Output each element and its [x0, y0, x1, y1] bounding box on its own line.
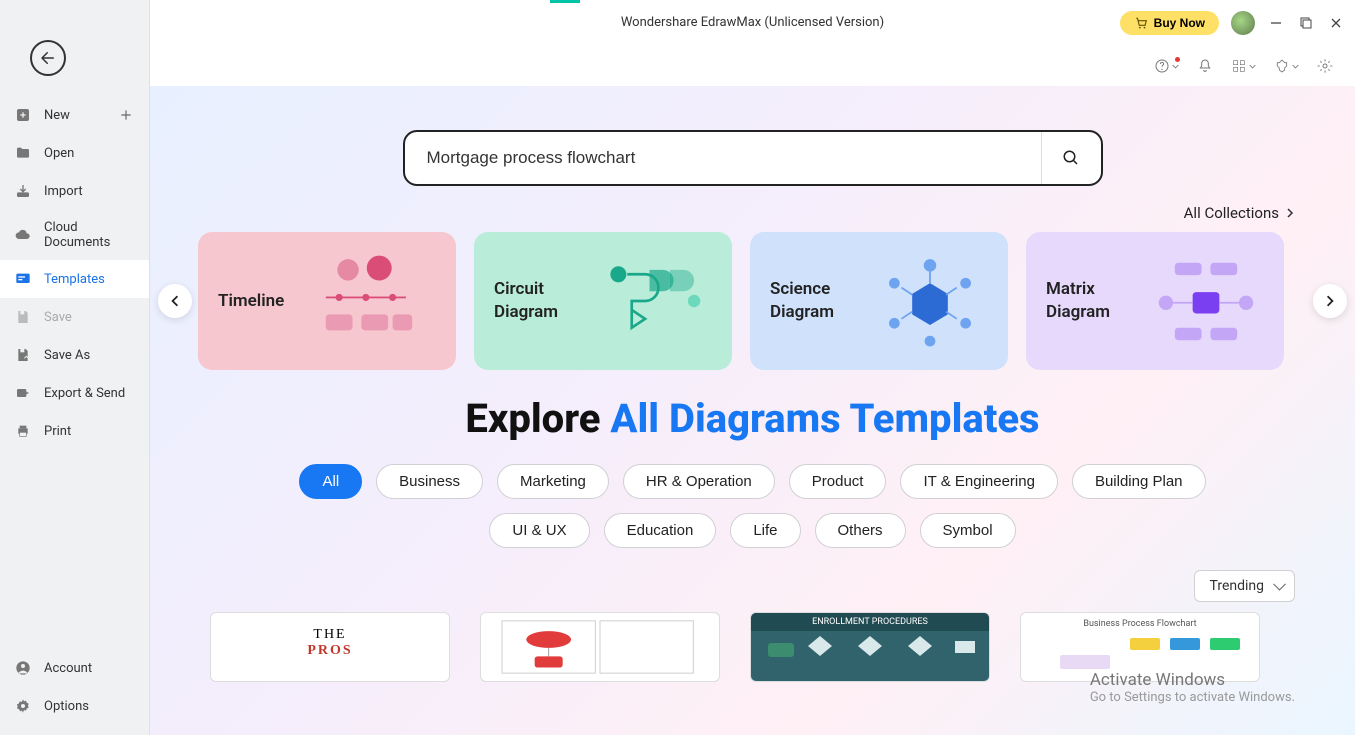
sidebar-item-label: Options — [44, 699, 89, 714]
apps-icon[interactable] — [1231, 58, 1256, 74]
minimize-button[interactable] — [1267, 14, 1285, 32]
collection-card-matrix[interactable]: Matrix Diagram — [1026, 232, 1284, 370]
category-pill-symbol[interactable]: Symbol — [920, 513, 1016, 548]
template-card[interactable]: ENROLLMENT PROCEDURES — [750, 612, 990, 682]
category-pill-life[interactable]: Life — [730, 513, 800, 548]
import-icon — [14, 182, 32, 200]
sidebar-item-label: Templates — [44, 272, 105, 287]
chevron-down-icon — [1249, 63, 1256, 70]
save-as-icon — [14, 346, 32, 364]
sidebar-item-templates[interactable]: Templates — [0, 260, 149, 298]
arrow-left-icon — [39, 49, 57, 67]
chevron-left-icon — [169, 295, 181, 307]
close-button[interactable] — [1327, 14, 1345, 32]
category-pill-hr[interactable]: HR & Operation — [623, 464, 775, 499]
category-pill-others[interactable]: Others — [815, 513, 906, 548]
science-illustration — [872, 252, 988, 350]
iconbar — [150, 46, 1355, 86]
chevron-right-icon — [1324, 295, 1336, 307]
collection-card-timeline[interactable]: Timeline — [198, 232, 456, 370]
sidebar-item-label: Export & Send — [44, 386, 125, 401]
sidebar-item-print[interactable]: Print — [0, 412, 149, 450]
gear-icon — [14, 697, 32, 715]
back-button[interactable] — [30, 40, 66, 76]
category-pill-business[interactable]: Business — [376, 464, 483, 499]
sidebar-item-open[interactable]: Open — [0, 134, 149, 172]
template-card[interactable] — [480, 612, 720, 682]
chevron-down-icon — [1172, 63, 1179, 70]
collection-card-science[interactable]: Science Diagram — [750, 232, 1008, 370]
sidebar-item-label: Cloud Documents — [44, 220, 135, 250]
category-pill-it[interactable]: IT & Engineering — [900, 464, 1057, 499]
carousel-prev-button[interactable] — [158, 284, 192, 318]
sidebar-item-label: Import — [44, 184, 83, 199]
collections-carousel: Timeline Circuit Diagram Science Diagram — [150, 232, 1355, 370]
sidebar-item-label: New — [44, 108, 70, 123]
sidebar-item-import[interactable]: Import — [0, 172, 149, 210]
search-button[interactable] — [1041, 132, 1101, 184]
sidebar-item-export[interactable]: Export & Send — [0, 374, 149, 412]
sidebar-item-saveas[interactable]: Save As — [0, 336, 149, 374]
category-pills: All Business Marketing HR & Operation Pr… — [150, 464, 1355, 548]
category-pill-education[interactable]: Education — [604, 513, 717, 548]
search-input[interactable] — [405, 132, 1041, 184]
buy-now-button[interactable]: Buy Now — [1120, 11, 1219, 35]
circuit-illustration — [596, 252, 712, 350]
cart-icon — [1134, 16, 1148, 30]
bell-icon[interactable] — [1197, 58, 1213, 74]
template-card[interactable]: THE PROS — [210, 612, 450, 682]
search-icon — [1062, 149, 1080, 167]
sidebar-item-new[interactable]: New — [0, 96, 149, 134]
avatar[interactable] — [1231, 11, 1255, 35]
sidebar-item-label: Save As — [44, 348, 90, 363]
maximize-button[interactable] — [1297, 14, 1315, 32]
carousel-next-button[interactable] — [1313, 284, 1347, 318]
category-pill-ui[interactable]: UI & UX — [489, 513, 589, 548]
sidebar-item-cloud[interactable]: Cloud Documents — [0, 210, 149, 260]
category-pill-building[interactable]: Building Plan — [1072, 464, 1206, 499]
template-grid: THE PROS ENROLLMENT PROCEDURES Business … — [150, 612, 1355, 682]
settings-icon[interactable] — [1317, 58, 1333, 74]
sidebar-item-label: Account — [44, 661, 92, 676]
sidebar-item-save[interactable]: Save — [0, 298, 149, 336]
sidebar-item-label: Print — [44, 424, 71, 439]
plus-square-icon — [14, 106, 32, 124]
category-pill-marketing[interactable]: Marketing — [497, 464, 609, 499]
matrix-illustration — [1148, 252, 1264, 350]
category-pill-all[interactable]: All — [299, 464, 362, 499]
theme-icon[interactable] — [1274, 58, 1299, 74]
collection-card-circuit[interactable]: Circuit Diagram — [474, 232, 732, 370]
main: Wondershare EdrawMax (Unlicensed Version… — [150, 0, 1355, 735]
sidebar-item-label: Save — [44, 310, 72, 325]
sidebar: New Open Import Cloud Documents Template… — [0, 0, 150, 735]
explore-heading: Explore All Diagrams Templates — [150, 395, 1355, 442]
window-title: Wondershare EdrawMax (Unlicensed Version… — [621, 15, 884, 30]
chevron-down-icon — [1292, 63, 1299, 70]
help-icon[interactable] — [1154, 58, 1179, 74]
template-card[interactable]: Business Process Flowchart — [1020, 612, 1260, 682]
sidebar-item-account[interactable]: Account — [0, 649, 149, 687]
cloud-icon — [14, 226, 32, 244]
chevron-right-icon — [1285, 208, 1295, 218]
print-icon — [14, 422, 32, 440]
account-icon — [14, 659, 32, 677]
export-icon — [14, 384, 32, 402]
timeline-illustration — [296, 252, 436, 350]
content: All Collections Timeline Circuit Diagr — [150, 86, 1355, 735]
plus-icon[interactable] — [117, 106, 135, 124]
all-collections-link[interactable]: All Collections — [1184, 204, 1295, 222]
titlebar: Wondershare EdrawMax (Unlicensed Version… — [150, 0, 1355, 46]
save-icon — [14, 308, 32, 326]
template-icon — [14, 270, 32, 288]
sort-select[interactable]: Trending — [1194, 570, 1295, 602]
sidebar-item-label: Open — [44, 146, 74, 161]
search-box — [403, 130, 1103, 186]
folder-icon — [14, 144, 32, 162]
sidebar-item-options[interactable]: Options — [0, 687, 149, 725]
category-pill-product[interactable]: Product — [789, 464, 887, 499]
